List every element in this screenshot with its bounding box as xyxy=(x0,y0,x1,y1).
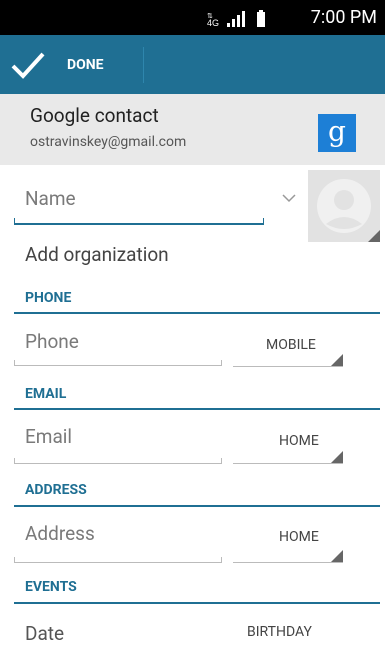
status-bar: ⇅ 4G 7:00 PM xyxy=(0,0,385,35)
chevron-down-icon[interactable] xyxy=(282,193,296,203)
email-tick-left xyxy=(14,458,15,464)
event-type-spinner[interactable]: BIRTHDAY xyxy=(247,624,312,640)
contact-photo[interactable] xyxy=(308,170,380,242)
done-label: DONE xyxy=(67,57,104,73)
address-field[interactable]: Address xyxy=(25,522,95,545)
clock: 7:00 PM xyxy=(310,7,377,28)
address-tick-right xyxy=(221,557,222,563)
address-type-spinner[interactable]: HOME xyxy=(279,529,319,545)
address-section-line xyxy=(14,505,380,507)
email-field-underline xyxy=(14,463,222,464)
name-field[interactable]: Name xyxy=(25,187,76,210)
phone-spinner-underline xyxy=(233,366,343,367)
phone-tick-left xyxy=(14,360,15,366)
email-section-line xyxy=(14,408,380,410)
email-spinner-arrow-icon xyxy=(331,451,343,463)
date-field[interactable]: Date xyxy=(25,622,64,645)
name-underline-tick-right xyxy=(263,218,264,224)
email-type-spinner[interactable]: HOME xyxy=(279,433,319,449)
phone-type-spinner[interactable]: MOBILE xyxy=(266,337,316,353)
phone-field-underline xyxy=(14,365,222,366)
account-name: Google contact xyxy=(30,104,159,127)
account-email: ostravinskey@gmail.com xyxy=(30,134,187,150)
action-bar: DONE xyxy=(0,35,385,94)
name-underline-tick-left xyxy=(14,218,15,224)
signal-icon xyxy=(227,11,245,27)
photo-menu-indicator xyxy=(368,230,380,242)
email-field[interactable]: Email xyxy=(25,425,72,448)
address-section-label: ADDRESS xyxy=(25,482,87,498)
events-section-label: EVENTS xyxy=(25,579,77,595)
add-organization-button[interactable]: Add organization xyxy=(25,243,169,266)
email-section-label: EMAIL xyxy=(25,386,67,402)
network-4g-icon: ⇅ 4G xyxy=(207,13,219,27)
email-spinner-underline xyxy=(233,463,343,464)
address-field-underline xyxy=(14,562,222,563)
email-tick-right xyxy=(221,458,222,464)
events-section-line xyxy=(14,602,380,604)
google-account-icon: g xyxy=(318,114,356,152)
done-button[interactable]: DONE xyxy=(0,35,143,94)
name-field-underline xyxy=(14,223,264,225)
action-divider xyxy=(143,47,144,83)
check-icon xyxy=(11,52,45,79)
account-header: Google contact ostravinskey@gmail.com g xyxy=(0,94,385,165)
phone-field[interactable]: Phone xyxy=(25,330,79,353)
phone-section-label: PHONE xyxy=(25,290,72,306)
phone-tick-right xyxy=(221,360,222,366)
address-tick-left xyxy=(14,557,15,563)
phone-spinner-arrow-icon xyxy=(331,354,343,366)
address-spinner-underline xyxy=(233,562,343,563)
svg-text:4G: 4G xyxy=(207,18,219,27)
battery-icon xyxy=(257,10,265,27)
status-icons: ⇅ 4G xyxy=(207,10,265,27)
address-spinner-arrow-icon xyxy=(331,550,343,562)
phone-section-line xyxy=(14,312,380,314)
